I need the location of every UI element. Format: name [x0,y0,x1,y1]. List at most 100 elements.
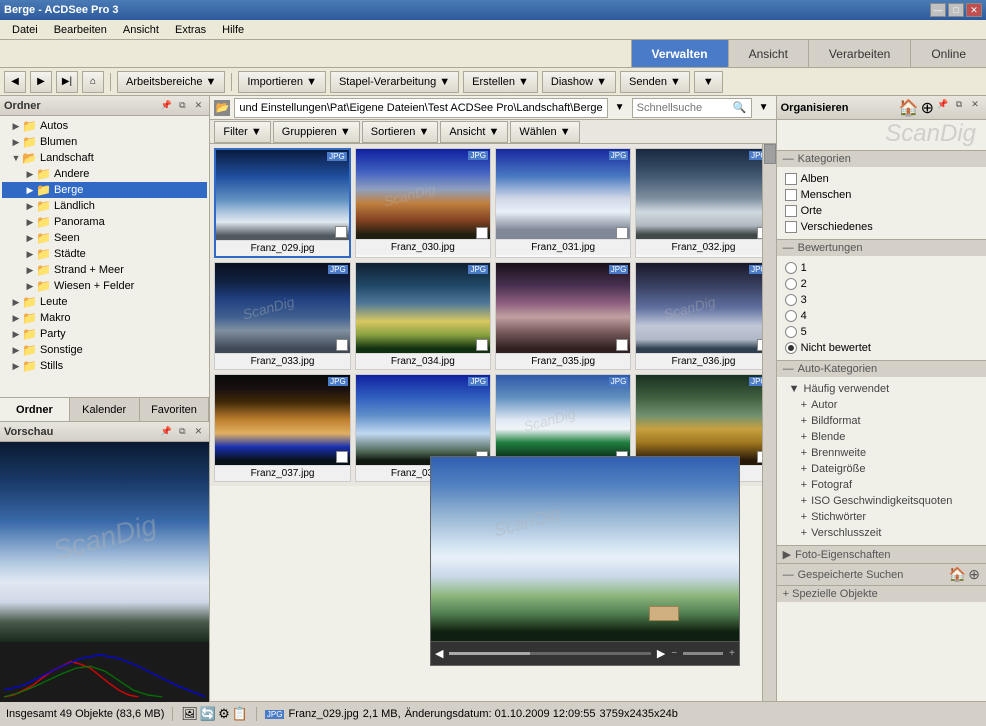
photo-cell-Franz_037-jpg[interactable]: JPGFranz_037.jpg [214,374,350,482]
photo-cell-Franz_029-jpg[interactable]: JPGFranz_029.jpg [214,148,350,258]
folder-item-sonstige[interactable]: ▶ 📁 Sonstige [2,342,207,358]
search-input[interactable] [637,102,733,114]
expand-laendlich[interactable]: ▶ [24,200,36,212]
overlay-plus[interactable]: + [729,648,735,659]
expand-andere[interactable]: ▶ [24,168,36,180]
radio-1[interactable] [785,262,797,274]
expand-sonstige[interactable]: ▶ [10,344,22,356]
nav-forward2-button[interactable]: ▶| [56,71,78,93]
folder-item-stills[interactable]: ▶ 📁 Stills [2,358,207,374]
checkbox-alben[interactable] [785,173,797,185]
gespeicherte-suchen-header[interactable]: — Gespeicherte Suchen 🏠 ⊕ [777,563,986,585]
waehlen-button[interactable]: Wählen ▼ [510,121,579,143]
checkbox-orte[interactable] [785,205,797,217]
search-box[interactable]: 🔍 [632,98,752,118]
close-button[interactable]: ✕ [966,3,982,17]
folder-item-laendlich[interactable]: ▶ 📁 Ländlich [2,198,207,214]
nav-back-button[interactable]: ◀ [4,71,26,93]
menu-hilfe[interactable]: Hilfe [214,22,252,38]
org-float-button[interactable]: ⧉ [952,98,966,112]
mode-tab-online[interactable]: Online [910,40,986,67]
folder-item-strand[interactable]: ▶ 📁 Strand + Meer [2,262,207,278]
photo-cell-Franz_033-jpg[interactable]: ScanDigJPGFranz_033.jpg [214,262,350,370]
expand-panorama[interactable]: ▶ [24,216,36,228]
overlay-right-arrow[interactable]: ▶ [657,647,665,660]
auto-cat-bildformat[interactable]: + Bildformat [785,413,978,429]
auto-cat-dateigroesse[interactable]: + Dateigröße [785,461,978,477]
overlay-progress-bar[interactable] [449,652,650,655]
senden-button[interactable]: Senden ▼ [620,71,690,93]
photo-cell-Franz_034-jpg[interactable]: JPGFranz_034.jpg [355,262,491,370]
importieren-button[interactable]: Importieren ▼ [238,71,326,93]
rating-4[interactable]: 4 [785,308,978,324]
select-check-1[interactable] [476,227,488,239]
erstellen-button[interactable]: Erstellen ▼ [463,71,538,93]
expand-stills[interactable]: ▶ [10,360,22,372]
haeufig-header[interactable]: ▼ Häufig verwendet [785,381,978,397]
search-dropdown-icon[interactable]: ▼ [756,100,772,116]
auto-cat-iso[interactable]: + ISO Geschwindigkeitsquoten [785,493,978,509]
rating-3[interactable]: 3 [785,292,978,308]
expand-leute[interactable]: ▶ [10,296,22,308]
checkbox-menschen[interactable] [785,189,797,201]
mode-tab-verarbeiten[interactable]: Verarbeiten [808,40,910,67]
preview-pin-button[interactable]: 📌 [159,425,173,439]
scrollbar-thumb[interactable] [764,144,776,164]
nav-home-button[interactable]: ⌂ [82,71,104,93]
select-check-4[interactable] [336,339,348,351]
minimize-button[interactable]: — [930,3,946,17]
org-close-button[interactable]: ✕ [968,98,982,112]
expand-landschaft[interactable]: ▼ [10,152,22,164]
category-orte[interactable]: Orte [785,203,978,219]
expand-staedte[interactable]: ▶ [24,248,36,260]
menu-ansicht[interactable]: Ansicht [115,22,167,38]
category-verschiedenes[interactable]: Verschiedenes [785,219,978,235]
folder-item-party[interactable]: ▶ 📁 Party [2,326,207,342]
bewertungen-header[interactable]: — Bewertungen [777,239,986,256]
overlay-left-arrow[interactable]: ◀ [435,647,443,660]
expand-party[interactable]: ▶ [10,328,22,340]
panel-pin-button[interactable]: 📌 [159,99,173,113]
path-dropdown-icon[interactable]: ▼ [612,100,628,116]
filter-button[interactable]: Filter ▼ [214,121,270,143]
maximize-button[interactable]: □ [948,3,964,17]
select-check-5[interactable] [476,339,488,351]
mode-tab-verwalten[interactable]: Verwalten [631,40,728,67]
org-icon2[interactable]: ⊕ [921,98,934,118]
rating-5[interactable]: 5 [785,324,978,340]
kategorien-header[interactable]: — Kategorien [777,150,986,167]
folder-item-landschaft[interactable]: ▼ 📂 Landschaft [2,150,207,166]
radio-nicht[interactable] [785,342,797,354]
rating-1[interactable]: 1 [785,260,978,276]
suchen-icon1[interactable]: 🏠 [949,566,966,583]
rating-nicht[interactable]: Nicht bewertet [785,340,978,356]
select-check-8[interactable] [336,451,348,463]
mode-tab-ansicht[interactable]: Ansicht [728,40,808,67]
suchen-icon2[interactable]: ⊕ [968,566,980,583]
tab-ordner[interactable]: Ordner [0,398,70,421]
category-alben[interactable]: Alben [785,171,978,187]
nav-forward-button[interactable]: ▶ [30,71,52,93]
select-check-6[interactable] [616,339,628,351]
panel-close-button[interactable]: ✕ [191,99,205,113]
folder-item-makro[interactable]: ▶ 📁 Makro [2,310,207,326]
folder-item-wiesen[interactable]: ▶ 📁 Wiesen + Felder [2,278,207,294]
menu-bearbeiten[interactable]: Bearbeiten [46,22,115,38]
expand-autos[interactable]: ▶ [10,120,22,132]
folder-item-autos[interactable]: ▶ 📁 Autos [2,118,207,134]
radio-3[interactable] [785,294,797,306]
folder-item-andere[interactable]: ▶ 📁 Andere [2,166,207,182]
gruppieren-button[interactable]: Gruppieren ▼ [273,121,360,143]
photo-cell-Franz_032-jpg[interactable]: JPGFranz_032.jpg [635,148,771,258]
photo-cell-Franz_030-jpg[interactable]: ScanDigJPGFranz_030.jpg [355,148,491,258]
scrollbar[interactable] [762,144,776,701]
workspace-button[interactable]: Arbeitsbereiche ▼ [117,71,225,93]
auto-cat-stichwoerter[interactable]: + Stichwörter [785,509,978,525]
radio-4[interactable] [785,310,797,322]
auto-cat-blende[interactable]: + Blende [785,429,978,445]
photo-cell-Franz_036-jpg[interactable]: ScanDigJPGFranz_036.jpg [635,262,771,370]
folder-item-berge[interactable]: ▶ 📁 Berge [2,182,207,198]
folder-item-panorama[interactable]: ▶ 📁 Panorama [2,214,207,230]
stapel-button[interactable]: Stapel-Verarbeitung ▼ [330,71,459,93]
menu-extras[interactable]: Extras [167,22,214,38]
